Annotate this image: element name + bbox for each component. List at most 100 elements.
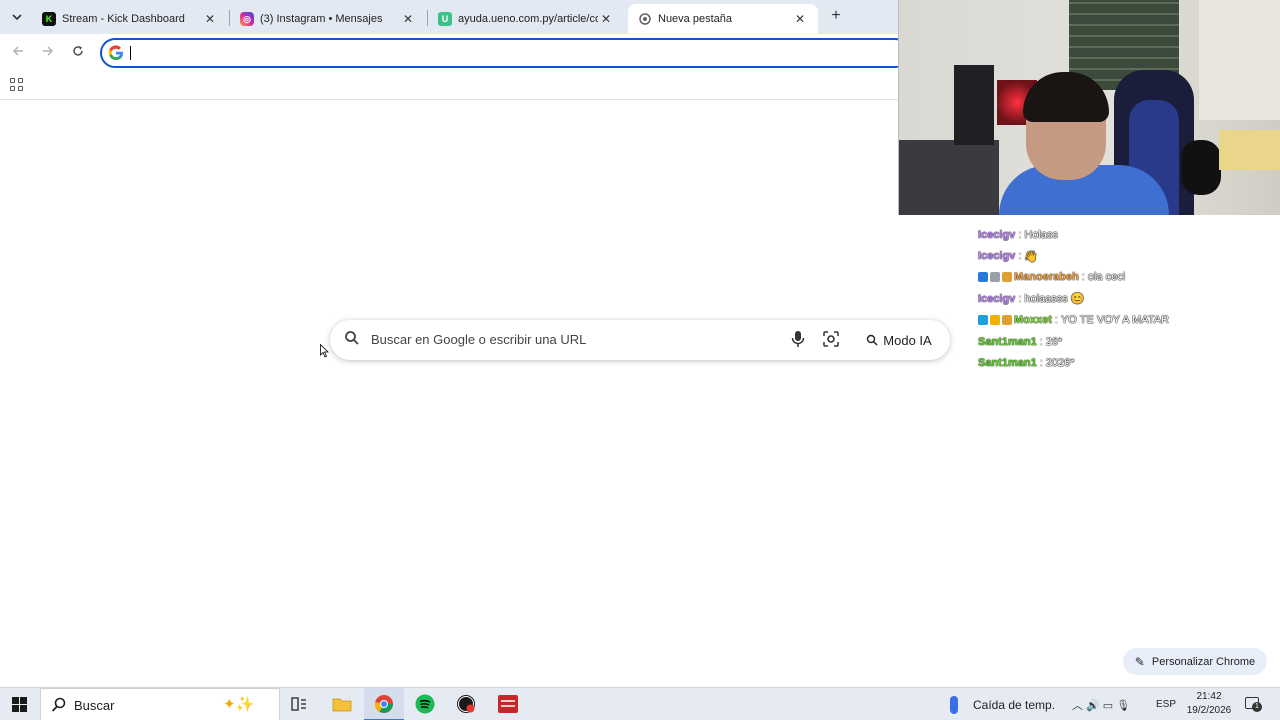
system-tray-icons[interactable]: ︿ 🔊 ▭ 🎙 [1072, 697, 1130, 713]
back-button[interactable] [8, 42, 28, 62]
customize-label: Personalizar Chrome [1151, 655, 1256, 668]
search-placeholder: Buscar en Google o escribir una URL [371, 332, 587, 347]
google-icon [108, 45, 123, 61]
ntp-search-box[interactable]: Buscar en Google o escribir una URL Modo… [330, 320, 950, 360]
chat-username: Icecigv [978, 228, 1016, 241]
chat-text: YO TE VOY A MATAR [1060, 314, 1169, 327]
taskbar-search-label: Buscar [74, 698, 115, 713]
chat-text: ola ceci [1087, 271, 1126, 284]
tab-kick-dashboard[interactable]: K Stream - Kick Dashboard ✕ [32, 4, 228, 34]
chat-separator: : [1039, 335, 1043, 348]
close-icon[interactable]: ✕ [202, 12, 218, 26]
mouse-cursor-icon [320, 344, 329, 358]
chat-badge-icon [990, 315, 1000, 326]
forward-button[interactable] [38, 42, 58, 62]
instagram-icon: ◎ [240, 12, 254, 26]
chat-badge-icon [978, 272, 988, 283]
text-caret [130, 46, 131, 60]
screen: K Stream - Kick Dashboard ✕ ◎ (3) Instag… [0, 0, 1280, 720]
kick-icon: K [42, 12, 56, 26]
tab-strip: K Stream - Kick Dashboard ✕ ◎ (3) Instag… [0, 0, 900, 34]
google-lens-icon[interactable] [823, 331, 839, 347]
chrome-newtab-icon [638, 12, 652, 26]
tab-title: Stream - Kick Dashboard [62, 13, 185, 25]
chat-message: Sant1man1:2026* [978, 352, 1278, 373]
tab-ueno[interactable]: U ayuda.ueno.com.py/article/com ✕ [428, 4, 624, 34]
tab-search-button[interactable] [6, 6, 28, 28]
customize-chrome-button[interactable]: ✎ Personalizar Chrome [1123, 648, 1267, 675]
address-bar[interactable] [100, 38, 910, 68]
arrow-left-icon [13, 46, 23, 56]
tab-title: ayuda.ueno.com.py/article/com [458, 13, 598, 25]
chat-text: 26* [1045, 335, 1063, 348]
tab-title: Nueva pestaña [658, 13, 732, 25]
sparkle-search-icon [867, 334, 878, 346]
chat-username: Sant1man1 [978, 335, 1037, 348]
search-icon [345, 331, 359, 345]
chat-text: 👋 [1024, 250, 1039, 263]
chat-username: Moxxet [1014, 314, 1052, 327]
reload-button[interactable] [68, 42, 88, 62]
copilot-sparkle-icon: ✦✨ [223, 696, 255, 713]
chat-separator: : [1018, 250, 1022, 263]
webcam-overlay [898, 0, 1280, 215]
chat-username: Sant1man1 [978, 357, 1037, 370]
chevron-down-icon [12, 14, 22, 21]
close-icon[interactable]: ✕ [598, 12, 614, 26]
weather-text[interactable]: Caída de temp. [973, 698, 1055, 712]
chat-badge-icon [978, 315, 988, 326]
notification-badge: 1 [1252, 702, 1262, 712]
chat-separator: : [1054, 314, 1058, 327]
ai-mode-button[interactable]: Modo IA [857, 325, 941, 355]
tab-new-tab[interactable]: Nueva pestaña ✕ [628, 4, 818, 34]
close-icon[interactable]: ✕ [792, 12, 808, 26]
clock[interactable]: 21:42 19/2/2026 [1184, 690, 1234, 718]
pencil-icon: ✎ [1134, 654, 1145, 669]
obs-icon[interactable] [455, 693, 477, 715]
voicemeeter-icon[interactable] [497, 693, 519, 715]
browser-toolbar [0, 34, 910, 72]
chat-message: Manoerabeh: ola ceci [978, 267, 1278, 288]
bookmarks-bar [0, 72, 900, 100]
language-indicator[interactable]: ESP [1156, 699, 1176, 710]
chrome-icon[interactable] [373, 693, 395, 715]
chat-text: holaasss 😊 [1024, 293, 1085, 306]
windows-start-icon[interactable] [12, 697, 27, 712]
chat-separator: : [1039, 357, 1043, 370]
chat-text: Holass [1024, 228, 1058, 241]
chat-message: Icecigv: 👋 [978, 245, 1278, 266]
tab-title: (3) Instagram • Mensajes [260, 13, 383, 25]
task-view-icon[interactable] [288, 693, 310, 715]
chat-separator: : [1018, 228, 1022, 241]
chat-text: 2026* [1045, 357, 1075, 370]
spotify-icon[interactable] [414, 693, 436, 715]
clock-date: 19/2/2026 [1186, 705, 1232, 716]
apps-grid-icon[interactable] [10, 78, 23, 91]
search-icon [51, 697, 66, 712]
chat-badge-icon [1002, 272, 1012, 283]
ueno-icon: U [438, 12, 452, 26]
chat-message: Icecigv: holaasss 😊 [978, 288, 1278, 309]
new-tab-button[interactable]: + [826, 6, 846, 26]
stream-chat-overlay: Icecigv: Holass Icecigv: 👋 Manoerabeh: ola ce… [978, 224, 1278, 374]
thermometer-icon [950, 696, 958, 714]
chat-username: Icecigv [978, 292, 1016, 305]
reload-icon [73, 46, 83, 56]
chat-message: Icecigv: Holass [978, 224, 1278, 245]
chat-username: Manoerabeh [1014, 271, 1079, 284]
chat-separator: : [1081, 271, 1085, 284]
chat-message: Sant1man1:26* [978, 331, 1278, 352]
windows-taskbar: Buscar ✦✨ Caída de temp. ︿ 🔊 ▭ 🎙 ESP 21:… [0, 687, 1280, 720]
chat-badge-icon [990, 272, 1000, 283]
chat-badge-icon [1002, 315, 1012, 326]
tab-instagram[interactable]: ◎ (3) Instagram • Mensajes ✕ [230, 4, 426, 34]
file-explorer-icon[interactable] [331, 693, 353, 715]
chat-separator: : [1018, 292, 1022, 305]
microphone-icon[interactable] [790, 330, 806, 348]
arrow-right-icon [43, 46, 53, 56]
chat-message: Moxxet: YO TE VOY A MATAR [978, 310, 1278, 331]
ai-mode-label: Modo IA [883, 332, 932, 348]
clock-time: 21:42 [1196, 691, 1222, 702]
close-icon[interactable]: ✕ [400, 12, 416, 26]
taskbar-search[interactable]: Buscar ✦✨ [40, 688, 280, 720]
